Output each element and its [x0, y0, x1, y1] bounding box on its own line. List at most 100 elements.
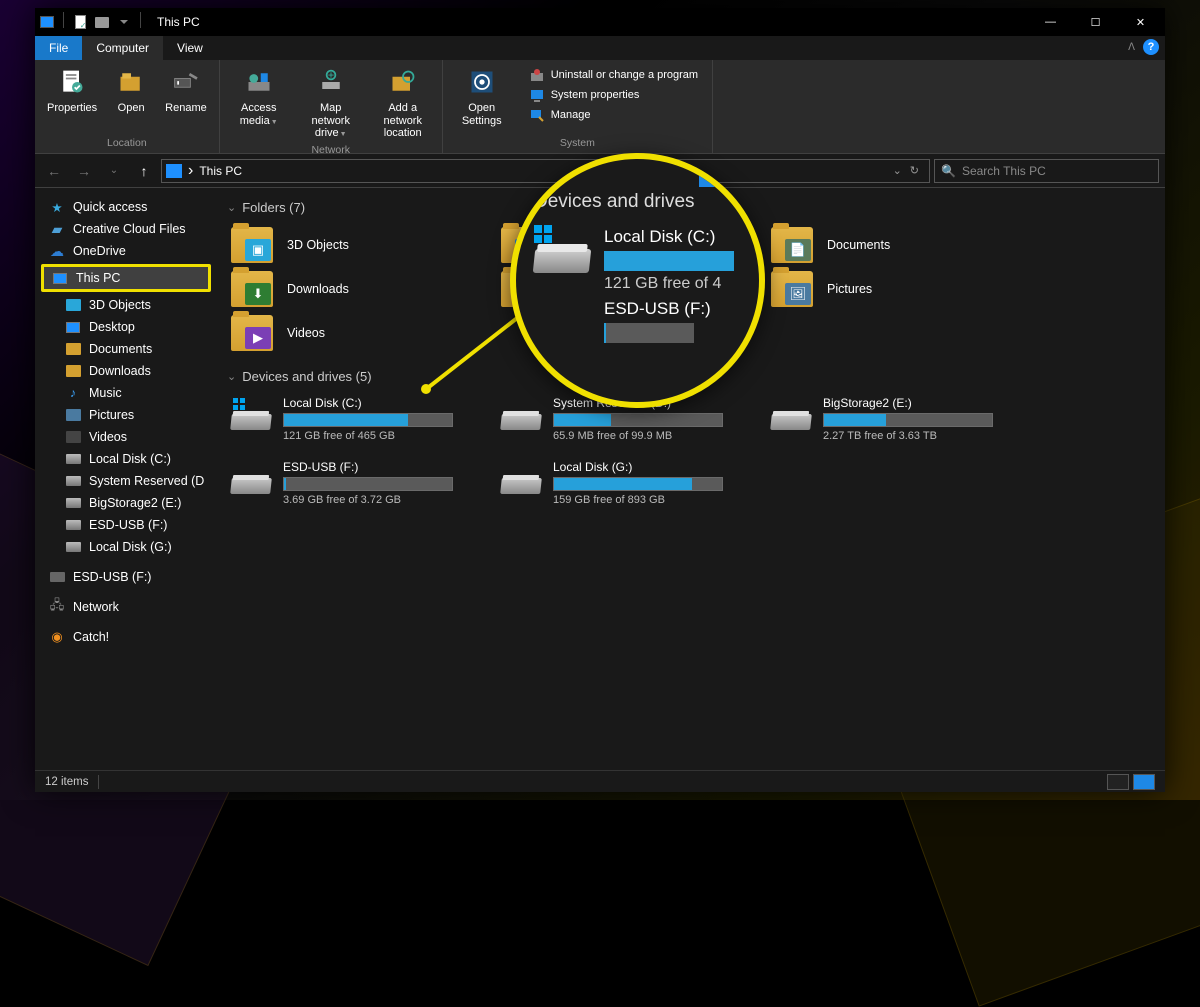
- qat-newfolder-icon[interactable]: [92, 12, 112, 32]
- help-icon[interactable]: ?: [1143, 39, 1159, 55]
- sidebar-item-music[interactable]: ♪Music: [35, 382, 215, 404]
- sidebar-item-sysreserved-d[interactable]: System Reserved (D: [35, 470, 215, 492]
- folder-downloads[interactable]: ⬇Downloads: [227, 267, 477, 311]
- manage-button[interactable]: Manage: [527, 106, 700, 124]
- folder-icon: [65, 341, 81, 357]
- address-bar[interactable]: › This PC ⌄ ↻: [161, 159, 930, 183]
- address-text: This PC: [199, 164, 242, 178]
- drive-icon: [65, 473, 81, 489]
- open-button[interactable]: Open: [111, 64, 151, 117]
- drive-icon: [501, 398, 541, 430]
- folder-icon: ▣: [231, 227, 273, 263]
- drive-esdusb-f[interactable]: ESD-USB (F:)3.69 GB free of 3.72 GB: [227, 456, 477, 510]
- sidebar: ★Quick access ▰Creative Cloud Files ☁One…: [35, 188, 215, 770]
- statusbar: 12 items: [35, 770, 1165, 792]
- search-input[interactable]: 🔍 Search This PC: [934, 159, 1159, 183]
- sidebar-item-documents[interactable]: Documents: [35, 338, 215, 360]
- magnifier-header: Devices and drives: [534, 191, 745, 213]
- sidebar-item-downloads[interactable]: Downloads: [35, 360, 215, 382]
- access-media-button[interactable]: Access media▼: [228, 64, 290, 129]
- search-icon: 🔍: [941, 164, 956, 178]
- sidebar-item-3dobjects[interactable]: 3D Objects: [35, 294, 215, 316]
- map-drive-icon: [315, 66, 347, 98]
- sidebar-item-esdusb-ext[interactable]: ESD-USB (F:): [35, 566, 215, 588]
- recent-locations-button[interactable]: ⌄: [101, 159, 127, 183]
- folder-3dobjects[interactable]: ▣3D Objects: [227, 223, 477, 267]
- sidebar-item-thispc[interactable]: This PC: [44, 267, 208, 289]
- sidebar-item-desktop[interactable]: Desktop: [35, 316, 215, 338]
- monitor-icon: [52, 270, 68, 286]
- onedrive-icon: ☁: [49, 243, 65, 259]
- view-details-button[interactable]: [1107, 774, 1129, 790]
- add-network-location-button[interactable]: Add a network location: [372, 64, 434, 142]
- drive-icon: [231, 398, 271, 430]
- refresh-button[interactable]: ↻: [910, 164, 919, 177]
- folder-documents[interactable]: 📄Documents: [767, 223, 1017, 267]
- close-button[interactable]: ✕: [1118, 8, 1163, 36]
- tab-view[interactable]: View: [163, 36, 217, 60]
- network-icon: 🖧: [49, 599, 65, 615]
- access-media-icon: [243, 66, 275, 98]
- sidebar-item-localdisk-g[interactable]: Local Disk (G:): [35, 536, 215, 558]
- ribbon-tabs: File Computer View ᐱ ?: [35, 36, 1165, 60]
- back-button[interactable]: ←: [41, 159, 67, 183]
- sidebar-item-esdusb-f[interactable]: ESD-USB (F:): [35, 514, 215, 536]
- collapse-ribbon-icon[interactable]: ᐱ: [1128, 42, 1135, 53]
- minimize-button[interactable]: —: [1028, 8, 1073, 36]
- sidebar-item-onedrive[interactable]: ☁OneDrive: [35, 240, 215, 262]
- folder-videos[interactable]: ▶Videos: [227, 311, 477, 355]
- manage-icon: [529, 107, 545, 123]
- tab-computer[interactable]: Computer: [82, 36, 163, 60]
- sidebar-item-ccf[interactable]: ▰Creative Cloud Files: [35, 218, 215, 240]
- map-network-drive-button[interactable]: Map network drive▼: [300, 64, 362, 142]
- address-dropdown-icon[interactable]: ⌄: [893, 164, 902, 177]
- open-settings-button[interactable]: Open Settings: [451, 64, 513, 129]
- qat-properties-icon[interactable]: [70, 12, 90, 32]
- uninstall-program-button[interactable]: Uninstall or change a program: [527, 66, 700, 84]
- sidebar-item-pictures[interactable]: Pictures: [35, 404, 215, 426]
- drive-icon: [501, 462, 541, 494]
- magnifier-drive2-name: ESD-USB (F:): [604, 299, 711, 319]
- drive-bigstorage-e[interactable]: BigStorage2 (E:)2.27 TB free of 3.63 TB: [767, 392, 1017, 446]
- up-button[interactable]: ↑: [131, 159, 157, 183]
- pictures-icon: [65, 407, 81, 423]
- drive-icon: [231, 462, 271, 494]
- drive-localdisk-c[interactable]: Local Disk (C:)121 GB free of 465 GB: [227, 392, 477, 446]
- ribbon: Properties Open Rename Location Access m…: [35, 60, 1165, 154]
- sidebar-item-localdisk-c[interactable]: Local Disk (C:): [35, 448, 215, 470]
- maximize-button[interactable]: ☐: [1073, 8, 1118, 36]
- folder-icon: 🖼: [771, 271, 813, 307]
- sidebar-item-videos[interactable]: Videos: [35, 426, 215, 448]
- ribbon-group-system: System: [451, 135, 704, 149]
- explorer-window: This PC — ☐ ✕ File Computer View ᐱ ? Pro…: [35, 8, 1165, 792]
- highlight-thispc: This PC: [41, 264, 211, 292]
- window-title: This PC: [153, 15, 1028, 29]
- folder-icon: [65, 363, 81, 379]
- tab-file[interactable]: File: [35, 36, 82, 60]
- drive-icon: [534, 227, 590, 273]
- sidebar-item-bigstorage-e[interactable]: BigStorage2 (E:): [35, 492, 215, 514]
- sidebar-item-network[interactable]: 🖧Network: [35, 596, 215, 618]
- view-tiles-button[interactable]: [1133, 774, 1155, 790]
- properties-button[interactable]: Properties: [43, 64, 101, 117]
- magnifier-drive1-free: 121 GB free of 4: [604, 275, 734, 293]
- folder-pictures[interactable]: 🖼Pictures: [767, 267, 1017, 311]
- forward-button[interactable]: →: [71, 159, 97, 183]
- folder-icon: ▶: [231, 315, 273, 351]
- qat-dropdown-icon[interactable]: [114, 12, 134, 32]
- sidebar-item-quickaccess[interactable]: ★Quick access: [35, 196, 215, 218]
- ribbon-group-location: Location: [43, 135, 211, 149]
- usb-icon: [49, 569, 65, 585]
- address-icon: [166, 164, 182, 178]
- rename-button[interactable]: Rename: [161, 64, 211, 117]
- system-properties-button[interactable]: System properties: [527, 86, 700, 104]
- catch-icon: ◉: [49, 629, 65, 645]
- star-icon: ★: [49, 199, 65, 215]
- sidebar-item-catch[interactable]: ◉Catch!: [35, 626, 215, 648]
- drive-icon: [65, 451, 81, 467]
- videos-icon: [65, 429, 81, 445]
- drive-icon: [65, 539, 81, 555]
- drive-localdisk-g[interactable]: Local Disk (G:)159 GB free of 893 GB: [497, 456, 747, 510]
- drive-icon: [65, 517, 81, 533]
- creative-cloud-icon: ▰: [49, 221, 65, 237]
